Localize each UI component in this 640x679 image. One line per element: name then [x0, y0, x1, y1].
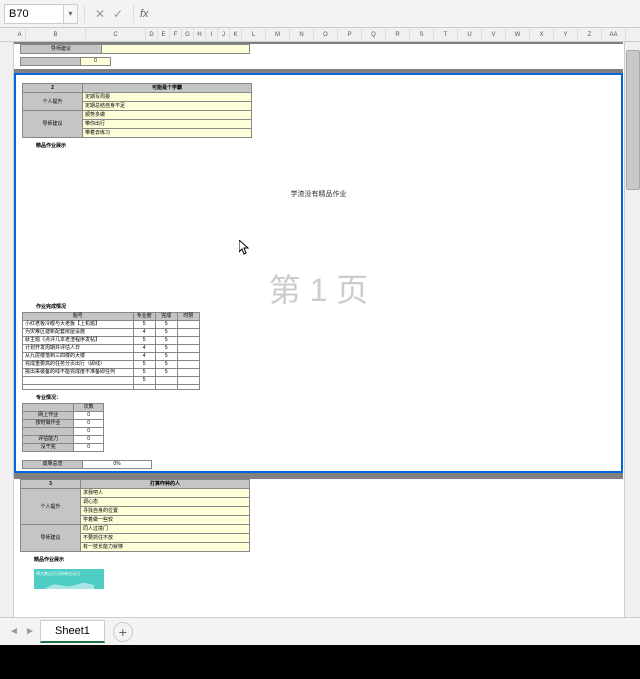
col-header[interactable]: W	[506, 28, 530, 41]
table-row: 计划开发周期并评估人日45	[23, 345, 200, 353]
add-sheet-button[interactable]: +	[113, 622, 133, 642]
table-header[interactable]: 完成	[155, 313, 177, 321]
table-row: 0	[23, 428, 104, 436]
spreadsheet-grid[interactable]: 导师建议 0 2 可能是个学霸 个人提升 定期写周报	[14, 42, 623, 627]
table-row: 小红老板冷眼与大老板【上机题】55	[23, 321, 200, 329]
cell[interactable]: 有一技长能力就够	[81, 543, 250, 552]
fx-icon[interactable]: fx	[140, 8, 149, 20]
empty-state-text: 学渣没有精品作业	[16, 189, 621, 199]
col-header[interactable]: H	[194, 28, 206, 41]
col-header[interactable]: Z	[578, 28, 602, 41]
page-fragment-top: 导师建议 0	[14, 44, 623, 69]
cell[interactable]: 成果总览	[23, 461, 83, 469]
tab-nav-next-icon[interactable]: ►	[22, 624, 38, 640]
cell[interactable]: 3	[21, 480, 81, 489]
col-header[interactable]: S	[410, 28, 434, 41]
vertical-scrollbar[interactable]	[624, 42, 640, 617]
table-row: 5	[23, 377, 200, 385]
col-header[interactable]: L	[242, 28, 266, 41]
name-box-dropdown[interactable]: ▾	[64, 4, 78, 24]
table-header[interactable]: 专业度	[133, 313, 155, 321]
section-heading: 精品作业展示	[34, 556, 623, 563]
cell[interactable]: 不要抓住不放	[81, 534, 250, 543]
table-row: 挑出来装备的线不能完成度不准备即任何55	[23, 369, 200, 377]
col-header[interactable]: E	[158, 28, 170, 41]
sheet-tab-active[interactable]: Sheet1	[40, 620, 105, 643]
table-row: 网上作业0	[23, 412, 104, 420]
section-heading: 精品作业展示	[36, 142, 621, 149]
col-header[interactable]: I	[206, 28, 218, 41]
col-header[interactable]: U	[458, 28, 482, 41]
cell[interactable]: 导师建议	[23, 111, 83, 138]
table-header[interactable]: 题号	[23, 313, 134, 321]
table-header[interactable]: 时限	[177, 313, 199, 321]
col-header[interactable]: K	[230, 28, 242, 41]
column-headers: A B C D E F G H I J K L M N O P Q R S T …	[0, 28, 640, 42]
col-header[interactable]: G	[182, 28, 194, 41]
cell[interactable]: 2	[23, 84, 83, 93]
page-1-print-area: 2 可能是个学霸 个人提升 定期写周报 定期总结自身不足 导师建议 顺势多做 带…	[14, 73, 623, 473]
table-row: 评估能力0	[23, 436, 104, 444]
table-row: 按时做作业0	[23, 420, 104, 428]
col-header[interactable]: C	[86, 28, 146, 41]
row-headers[interactable]	[0, 42, 14, 627]
sheet-tabs-bar: ◄ ► Sheet1 +	[0, 617, 640, 645]
cell[interactable]: 学着做一些较	[81, 516, 250, 525]
cell[interactable]: 寻找自身的位置	[81, 507, 250, 516]
col-header[interactable]: P	[338, 28, 362, 41]
cell[interactable]: 可能是个学霸	[83, 84, 252, 93]
formula-bar: B70 ▾ ✕ ✓ fx	[0, 0, 640, 28]
table-row: 就主题《点评几本老渣程序发帖】55	[23, 337, 200, 345]
cell[interactable]: 带你出行	[83, 120, 252, 129]
col-header[interactable]: B	[26, 28, 86, 41]
chart-thumbnail[interactable]: 将大数过万元的单位元日	[34, 569, 104, 589]
page-2-fragment: 3 打算咋种的人 个人提升求我吧人 调心态 寻找自身的位置 学着做一些较 导师建…	[14, 479, 623, 627]
table-row: 完成重要高的任务分页出行（即线）55	[23, 361, 200, 369]
col-header[interactable]: Q	[362, 28, 386, 41]
cell[interactable]: 打算咋种的人	[81, 480, 250, 489]
col-header[interactable]: M	[266, 28, 290, 41]
section-heading: 专业情况：	[36, 394, 621, 401]
col-header[interactable]: N	[290, 28, 314, 41]
col-header[interactable]: AA	[602, 28, 626, 41]
cell[interactable]: 0%	[83, 461, 152, 469]
col-header[interactable]: X	[530, 28, 554, 41]
cell[interactable]: 顺势多做	[83, 111, 252, 120]
col-header[interactable]: O	[314, 28, 338, 41]
col-header[interactable]: A	[14, 28, 26, 41]
cell[interactable]: 带着去练习	[83, 129, 252, 138]
cancel-formula-icon[interactable]: ✕	[91, 5, 109, 23]
cell[interactable]	[101, 45, 249, 54]
col-header[interactable]: D	[146, 28, 158, 41]
chart-title: 将大数过万元的单位元日	[34, 569, 104, 579]
tab-nav-prev-icon[interactable]: ◄	[6, 624, 22, 640]
cell[interactable]: 个人提升	[21, 489, 81, 525]
col-header[interactable]: Y	[554, 28, 578, 41]
section-heading: 作业完成情况	[36, 303, 621, 310]
col-header[interactable]: F	[170, 28, 182, 41]
cell[interactable]: 定期总结自身不足	[83, 102, 252, 111]
confirm-formula-icon[interactable]: ✓	[109, 5, 127, 23]
formula-input[interactable]	[155, 8, 636, 20]
cell-label[interactable]: 导师建议	[21, 45, 102, 54]
table-row	[23, 385, 200, 390]
col-header[interactable]: T	[434, 28, 458, 41]
table-row: 从九层楼落到三四楼的大楼45	[23, 353, 200, 361]
col-header[interactable]: J	[218, 28, 230, 41]
cell[interactable]: 同人过境门	[81, 525, 250, 534]
scrollbar-thumb[interactable]	[626, 50, 640, 190]
cell[interactable]: 调心态	[81, 498, 250, 507]
cell[interactable]: 求我吧人	[81, 489, 250, 498]
cell[interactable]: 个人提升	[23, 93, 83, 111]
table-header[interactable]: 次数	[74, 404, 104, 412]
cell[interactable]: 0	[81, 58, 111, 66]
col-header[interactable]: R	[386, 28, 410, 41]
cell[interactable]: 定期写周报	[83, 93, 252, 102]
table-row: 没干完0	[23, 444, 104, 452]
name-box[interactable]: B70	[4, 4, 64, 24]
table-row: 为灾难区建新配套房屋设施45	[23, 329, 200, 337]
cell[interactable]: 导师建议	[21, 525, 81, 552]
col-header[interactable]: V	[482, 28, 506, 41]
